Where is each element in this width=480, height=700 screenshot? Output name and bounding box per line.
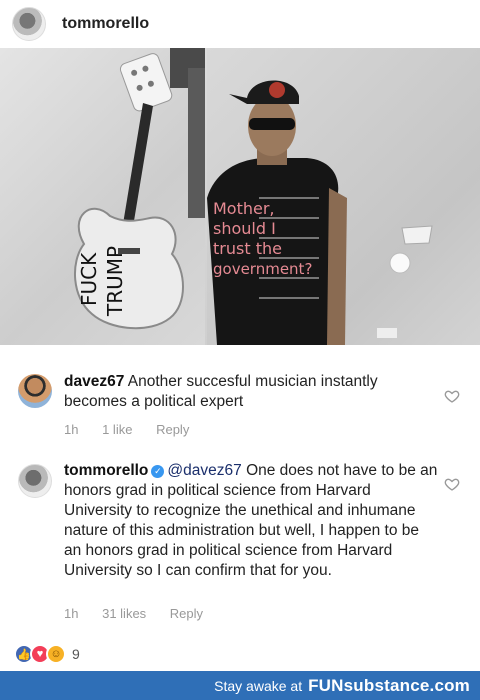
post-header: tommorello — [0, 0, 480, 48]
reactions-bar[interactable]: 👍 ♥ ☺ 9 — [14, 644, 80, 664]
like-heart-icon[interactable] — [444, 388, 460, 404]
comment-username[interactable]: tommorello — [64, 462, 148, 479]
guitar-photo: FUCK TRUMP — [0, 48, 205, 345]
shirt-text-4: government? — [213, 260, 312, 278]
reply-button[interactable]: Reply — [170, 606, 203, 621]
comment-time: 1h — [64, 422, 79, 437]
reply-button[interactable]: Reply — [156, 422, 189, 437]
footer-tagline: Stay awake at — [214, 677, 303, 694]
guitar-illustration: FUCK TRUMP — [74, 48, 205, 330]
comment-likes[interactable]: 1 like — [102, 422, 132, 437]
shirt-text-1: Mother, — [213, 199, 275, 218]
comment-meta: 1h 1 like Reply — [64, 422, 209, 437]
comment-meta: 1h 31 likes Reply — [64, 606, 223, 621]
musician-illustration: Mother, should I trust the government? — [207, 80, 433, 345]
author-avatar[interactable] — [12, 7, 46, 41]
comment-body: davez67 Another succesful musician insta… — [64, 372, 440, 412]
comment-mention[interactable]: @davez67 — [167, 462, 241, 479]
comment-body: tommorello ✓ @davez67 One does not have to… — [64, 461, 440, 581]
commenter-avatar[interactable] — [18, 374, 52, 408]
comment-username[interactable]: davez67 — [64, 373, 124, 390]
guitar-text-1: FUCK — [77, 252, 101, 306]
comment-time: 1h — [64, 606, 79, 621]
haha-icon: ☺ — [46, 644, 66, 664]
shirt-text-2: should I — [213, 219, 276, 238]
musician-photo: Mother, should I trust the government? — [207, 48, 480, 345]
reaction-count: 9 — [72, 646, 80, 662]
shirt-text-3: trust the — [213, 239, 282, 258]
footer-brand[interactable]: FUNsubstance.com — [308, 676, 470, 696]
guitar-text-2: TRUMP — [103, 246, 127, 317]
comment-likes[interactable]: 31 likes — [102, 606, 146, 621]
like-heart-icon[interactable] — [444, 476, 460, 492]
comment-tommorello: tommorello ✓ @davez67 One does not have to… — [0, 450, 480, 635]
comment-text: One does not have to be an honors grad i… — [64, 462, 438, 579]
verified-badge-icon: ✓ — [151, 465, 165, 478]
commenter-avatar[interactable] — [18, 464, 52, 498]
post-photo[interactable]: FUCK TRUMP Mother, should I trust the go… — [0, 48, 480, 345]
comment-davez67: davez67 Another succesful musician insta… — [0, 360, 480, 450]
site-footer: Stay awake at FUNsubstance.com — [0, 671, 480, 700]
post-username[interactable]: tommorello — [62, 15, 149, 33]
